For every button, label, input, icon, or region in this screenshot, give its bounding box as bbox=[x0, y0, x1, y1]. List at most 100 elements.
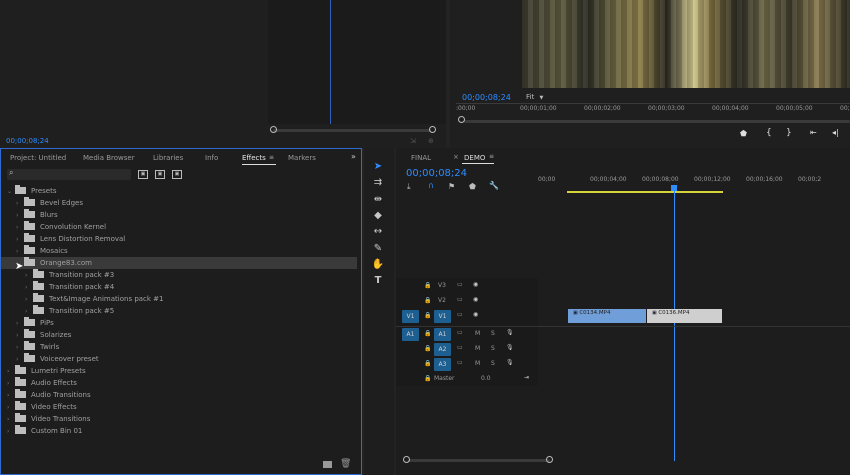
export-frame-icon[interactable]: ⇲ bbox=[410, 137, 416, 145]
close-icon[interactable]: × bbox=[453, 153, 459, 161]
lock-icon[interactable]: 🔒 bbox=[424, 360, 431, 367]
tree-item[interactable]: › Twirls bbox=[1, 341, 357, 353]
tree-item[interactable]: › Video Effects bbox=[1, 401, 357, 413]
source-zoom-scrollbar[interactable] bbox=[273, 129, 431, 132]
insert-icon[interactable]: ⊕ bbox=[428, 137, 434, 145]
microphone-icon[interactable]: 🎙 bbox=[506, 329, 514, 336]
tree-item[interactable]: › Audio Transitions bbox=[1, 389, 357, 401]
add-marker-icon[interactable]: ⬟ bbox=[469, 182, 476, 191]
mark-in-icon[interactable]: { bbox=[766, 128, 772, 138]
tree-item[interactable]: › Transition pack #4 bbox=[1, 281, 357, 293]
program-timecode[interactable]: 00;00;08;24 bbox=[462, 93, 511, 102]
slip-tool-icon[interactable]: ↔ bbox=[371, 225, 385, 239]
tree-item[interactable]: ⌄ Orange83.com bbox=[1, 257, 357, 269]
source-timecode[interactable]: 00;00;08;24 bbox=[6, 137, 49, 145]
lock-icon[interactable]: 🔒 bbox=[424, 345, 431, 352]
sync-lock-icon[interactable]: ▭ bbox=[457, 329, 463, 336]
program-ruler[interactable]: :00;00 00;00;01;00 00;00;02;00 00;00;03;00 0… bbox=[456, 105, 850, 115]
lock-icon[interactable]: 🔒 bbox=[424, 312, 431, 319]
pen-tool-icon[interactable]: ✎ bbox=[371, 242, 385, 256]
sync-lock-icon[interactable]: ▭ bbox=[457, 344, 463, 351]
program-scroll-handle[interactable] bbox=[458, 116, 465, 123]
source-scroll-handle-left[interactable] bbox=[270, 126, 277, 133]
timeline-scroll-handle-left[interactable] bbox=[403, 456, 410, 463]
tree-item[interactable]: › Video Transitions bbox=[1, 413, 357, 425]
fit-dropdown[interactable]: Fit ▼ bbox=[526, 93, 564, 103]
track-label-a2[interactable]: A2 bbox=[434, 343, 451, 356]
timeline-timecode[interactable]: 00;00;08;24 bbox=[406, 168, 467, 179]
track-label-a3[interactable]: A3 bbox=[434, 358, 451, 371]
eye-icon[interactable]: ◉ bbox=[473, 311, 478, 318]
track-label-a1[interactable]: A1 bbox=[434, 328, 451, 341]
tab-effects[interactable]: Effects bbox=[242, 154, 266, 162]
tree-item[interactable]: › Blurs bbox=[1, 209, 357, 221]
lock-icon[interactable]: 🔒 bbox=[424, 282, 431, 289]
sync-lock-icon[interactable]: ▭ bbox=[457, 281, 463, 288]
lock-icon[interactable]: 🔒 bbox=[424, 375, 431, 382]
microphone-icon[interactable]: 🎙 bbox=[506, 344, 514, 351]
expand-closed-icon[interactable]: › bbox=[7, 426, 15, 438]
go-to-in-icon[interactable]: ⇤ bbox=[810, 128, 817, 137]
yuv-effects-icon[interactable]: ▣ bbox=[172, 170, 182, 179]
sync-lock-icon[interactable]: ▭ bbox=[457, 311, 463, 318]
tab-media-browser[interactable]: Media Browser bbox=[83, 154, 135, 162]
mute-button[interactable]: M bbox=[475, 345, 480, 352]
sync-lock-icon[interactable]: ▭ bbox=[457, 359, 463, 366]
master-volume[interactable]: 0.0 bbox=[481, 375, 491, 382]
tree-item[interactable]: › Voiceover preset bbox=[1, 353, 357, 365]
tree-item[interactable]: ⌄ Presets bbox=[1, 185, 357, 197]
step-back-icon[interactable]: ◂| bbox=[832, 128, 839, 137]
tree-item[interactable]: › PiPs bbox=[1, 317, 357, 329]
marker-icon[interactable]: ⬟ bbox=[740, 129, 747, 138]
tab-info[interactable]: Info bbox=[205, 154, 218, 162]
timeline-menu-icon[interactable]: ≡ bbox=[489, 153, 494, 160]
track-label-v1[interactable]: V1 bbox=[434, 310, 451, 323]
solo-button[interactable]: S bbox=[491, 360, 495, 367]
mark-out-icon[interactable]: } bbox=[786, 128, 792, 138]
type-tool-icon[interactable]: T bbox=[371, 274, 385, 288]
eye-icon[interactable]: ◉ bbox=[473, 281, 478, 288]
timeline-horizontal-scrollbar[interactable] bbox=[408, 459, 550, 462]
timeline-ruler[interactable]: 00;00 00;00;04;00 00;00;08;00 00;00;12;00 00… bbox=[538, 176, 850, 188]
tree-item[interactable]: › Mosaics bbox=[1, 245, 357, 257]
tab-menu-icon[interactable]: ≡ bbox=[269, 154, 274, 161]
clip-c0134[interactable]: ▣ C0134.MP4 bbox=[568, 309, 646, 323]
source-patch-a1[interactable]: A1 bbox=[402, 328, 419, 341]
tree-item[interactable]: › Audio Effects bbox=[1, 377, 357, 389]
lock-icon[interactable]: 🔒 bbox=[424, 297, 431, 304]
tree-item[interactable]: › Lumetri Presets bbox=[1, 365, 357, 377]
sync-lock-icon[interactable]: ▭ bbox=[457, 296, 463, 303]
track-select-tool-icon[interactable]: ⇉ bbox=[371, 176, 385, 190]
linked-selection-icon[interactable]: ⚑ bbox=[448, 182, 455, 191]
track-label-v2[interactable]: V2 bbox=[438, 297, 446, 304]
32bit-effects-icon[interactable]: ▣ bbox=[155, 170, 165, 179]
eye-icon[interactable]: ◉ bbox=[473, 296, 478, 303]
tab-project-untitled[interactable]: Project: Untitled bbox=[10, 154, 66, 162]
tree-item[interactable]: › Convolution Kernel bbox=[1, 221, 357, 233]
tree-item[interactable]: › Transition pack #3 bbox=[1, 269, 357, 281]
microphone-icon[interactable]: 🎙 bbox=[506, 359, 514, 366]
snap-icon[interactable]: ∩ bbox=[428, 181, 434, 190]
panel-overflow-icon[interactable]: » bbox=[351, 152, 356, 161]
source-scroll-handle-right[interactable] bbox=[429, 126, 436, 133]
tree-item[interactable]: › Text&Image Animations pack #1 bbox=[1, 293, 357, 305]
program-zoom-scrollbar[interactable] bbox=[464, 120, 850, 123]
tab-final[interactable]: FINAL bbox=[411, 154, 431, 162]
go-to-end-icon[interactable]: ⇥ bbox=[524, 374, 529, 381]
timeline-scroll-handle-right[interactable] bbox=[546, 456, 553, 463]
effects-search-input[interactable]: ⌕ bbox=[7, 168, 131, 180]
selection-tool-icon[interactable]: ➤ bbox=[371, 160, 385, 174]
solo-button[interactable]: S bbox=[491, 345, 495, 352]
clip-c0136[interactable]: ▣ C0136.MP4 bbox=[647, 309, 722, 323]
hand-tool-icon[interactable]: ✋ bbox=[371, 258, 385, 272]
source-patch-v1[interactable]: V1 bbox=[402, 310, 419, 323]
tab-markers[interactable]: Markers bbox=[288, 154, 316, 162]
work-area-bar[interactable] bbox=[567, 191, 723, 193]
tree-item[interactable]: › Bevel Edges bbox=[1, 197, 357, 209]
accelerated-effects-icon[interactable]: ▣ bbox=[138, 170, 148, 179]
ripple-edit-tool-icon[interactable]: ⇹ bbox=[371, 193, 385, 207]
tree-item[interactable]: › Custom Bin 01 bbox=[1, 425, 357, 437]
razor-tool-icon[interactable]: ◆ bbox=[371, 209, 385, 223]
new-bin-icon[interactable] bbox=[323, 461, 332, 468]
mute-button[interactable]: M bbox=[475, 330, 480, 337]
